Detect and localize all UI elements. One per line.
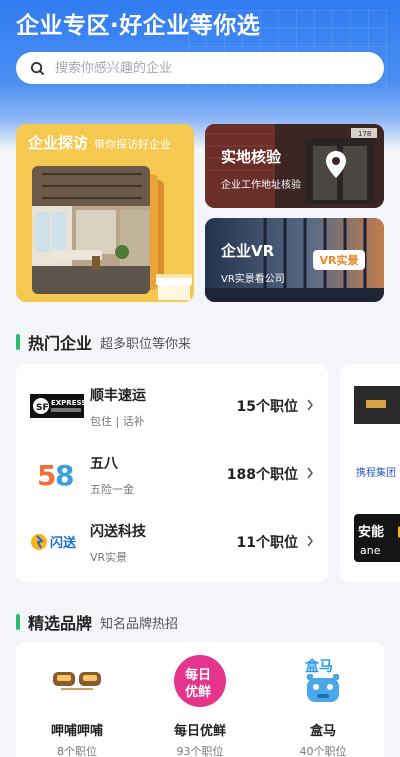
company-name: 闪送科技 — [90, 524, 146, 540]
shansong-logo: 闪送 — [30, 526, 84, 558]
next-company-card-peek[interactable]: 携程集团 安能 ane — [340, 364, 400, 582]
brand-job-count: 93个职位 — [176, 745, 224, 757]
sf-logo-text: EXPRESS — [51, 399, 84, 407]
company-name: 顺丰速运 — [90, 388, 146, 404]
brands-header: 精选品牌 知名品牌热招 — [16, 610, 178, 634]
freshippo-logo: 盒马 — [293, 656, 353, 706]
location-pin-icon — [326, 151, 346, 178]
chevron-right-icon — [307, 399, 313, 411]
vr-badge: VR实景 — [313, 250, 365, 270]
vr-subtitle: VR实景看公司 — [221, 274, 285, 285]
visit-title: 企业探访 — [28, 134, 89, 152]
hot-companies-title: 热门企业 — [28, 334, 93, 353]
page-title: 企业专区·好企业等你选 — [16, 13, 261, 39]
company-tags: 包住 | 话补 — [90, 415, 145, 428]
job-count: 11个职位 — [236, 535, 298, 551]
58-logo: 5 8 — [30, 458, 84, 490]
brand-item-xiabu[interactable]: 呷哺呷哺 8个职位 — [22, 656, 132, 757]
company-tags: 五险一金 — [90, 483, 134, 496]
shansong-logo-text: 闪送 — [50, 535, 77, 551]
brands-list: 呷哺呷哺 8个职位 每日 优鲜 每日优鲜 93个职位 盒马 盒马 40个职位 — [16, 642, 384, 757]
xiabu-logo — [47, 656, 107, 706]
shop-awning-icon — [156, 272, 192, 302]
search-input[interactable] — [55, 60, 355, 76]
brands-subtitle: 知名品牌热招 — [100, 616, 179, 632]
missfresh-logo-bottom: 优鲜 — [185, 684, 211, 700]
svg-text:SF: SF — [36, 403, 49, 413]
verify-title: 实地核验 — [221, 148, 282, 166]
hot-companies-list: SF EXPRESS 顺丰速运 包住 | 话补 15个职位 5 8 五八 五险一… — [16, 364, 328, 582]
brand-name: 呷哺呷哺 — [50, 724, 103, 739]
missfresh-logo: 每日 优鲜 — [170, 655, 230, 707]
hot-companies-header: 热门企业 超多职位等你来 — [16, 330, 191, 354]
office-photo — [32, 166, 150, 294]
enterprise-vr-card[interactable]: 企业VR VR实景看公司 VR实景 — [205, 218, 384, 302]
company-tags: VR实景 — [90, 551, 128, 564]
chevron-right-icon — [307, 467, 313, 479]
section-accent-bar — [16, 614, 20, 630]
ane-logo-latin: ane — [360, 544, 381, 557]
brand-item-missfresh[interactable]: 每日 优鲜 每日优鲜 93个职位 — [145, 655, 255, 757]
brand-job-count: 8个职位 — [57, 745, 97, 757]
brand-item-freshippo[interactable]: 盒马 盒马 40个职位 — [268, 656, 378, 757]
brands-title: 精选品牌 — [28, 614, 93, 633]
ctrip-logo-text: 携程集团 — [356, 466, 396, 479]
missfresh-logo-top: 每日 — [185, 667, 211, 683]
vr-title: 企业VR — [221, 242, 275, 260]
search-bar[interactable] — [16, 52, 384, 84]
svg-text:178: 178 — [358, 130, 371, 138]
company-row-sf[interactable]: SF EXPRESS 顺丰速运 包住 | 话补 15个职位 — [16, 372, 328, 440]
brand-name: 盒马 — [309, 724, 336, 739]
svg-text:8: 8 — [55, 459, 74, 490]
company-row-shansong[interactable]: 闪送 闪送科技 VR实景 11个职位 — [16, 508, 328, 576]
section-accent-bar — [16, 334, 20, 350]
chevron-right-icon — [307, 535, 313, 547]
sf-express-logo: SF EXPRESS — [30, 390, 84, 422]
svg-text:5: 5 — [37, 459, 56, 490]
ane-logo-text: 安能 — [358, 524, 384, 540]
company-row-58[interactable]: 5 8 五八 五险一金 188个职位 — [16, 440, 328, 508]
freshippo-logo-text: 盒马 — [304, 658, 333, 675]
job-count: 15个职位 — [236, 399, 298, 415]
company-name: 五八 — [90, 456, 118, 472]
brand-name: 每日优鲜 — [173, 724, 226, 739]
verify-subtitle: 企业工作地址核验 — [221, 180, 301, 191]
enterprise-visit-card[interactable]: 企业探访 带你探访好企业 — [16, 124, 194, 302]
hot-companies-subtitle: 超多职位等你来 — [100, 336, 192, 352]
brand-job-count: 40个职位 — [299, 745, 347, 757]
job-count: 188个职位 — [226, 467, 298, 483]
site-verification-card[interactable]: 178 实地核验 企业工作地址核验 — [205, 124, 384, 208]
search-icon — [30, 61, 45, 75]
peek-logos: 携程集团 安能 ane — [354, 386, 400, 562]
visit-subtitle: 带你探访好企业 — [94, 138, 172, 151]
